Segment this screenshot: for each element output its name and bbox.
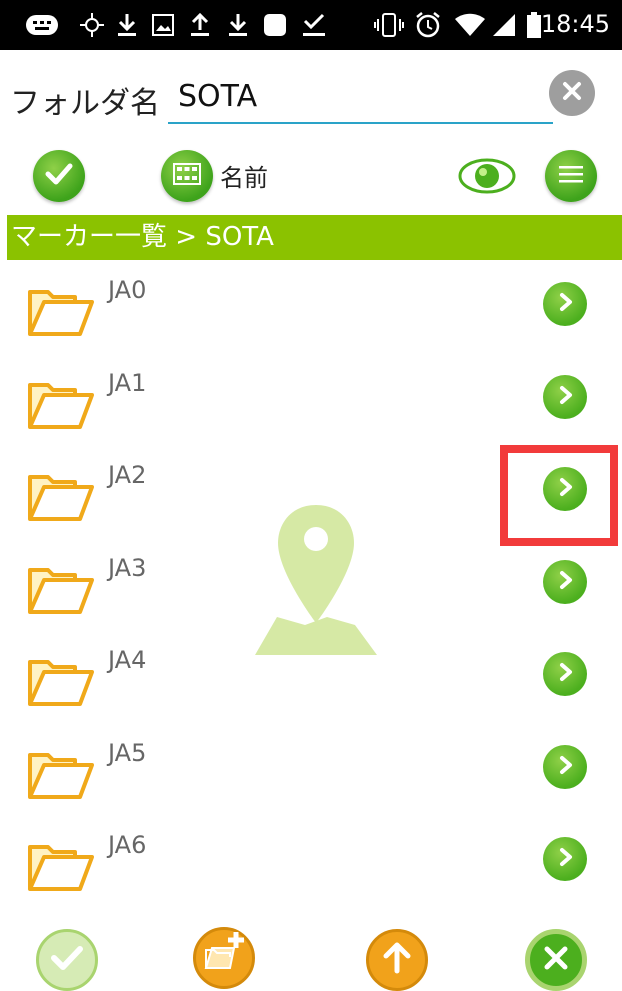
clear-button[interactable]: [549, 70, 595, 116]
folder-row[interactable]: JA5: [0, 723, 622, 815]
chevron-right-icon: [555, 846, 575, 872]
check-icon: [45, 163, 73, 189]
folder-icon: [26, 652, 96, 708]
new-folder-button[interactable]: [193, 927, 255, 989]
status-bar: 18:45: [0, 0, 622, 50]
go-up-button[interactable]: [366, 929, 428, 991]
chevron-right-icon: [555, 569, 575, 595]
wifi-icon: [454, 12, 486, 38]
image-icon: [151, 12, 175, 38]
folder-name: JA2: [108, 461, 147, 489]
toolbar: [0, 140, 622, 214]
open-folder-button[interactable]: [543, 837, 587, 881]
highlight-box: [500, 445, 618, 546]
grid-icon: [173, 163, 201, 189]
crosshair-icon: [78, 12, 106, 38]
folder-row[interactable]: JA4: [0, 630, 622, 722]
folder-row[interactable]: JA0: [0, 260, 622, 352]
folder-icon: [26, 282, 96, 338]
folder-name: JA5: [108, 738, 147, 767]
download-icon: [115, 12, 139, 38]
chevron-right-icon: [555, 384, 575, 410]
clock-time: 18:45: [540, 10, 610, 38]
folder-name: JA6: [108, 831, 147, 859]
sort-button[interactable]: [161, 150, 213, 202]
folder-row[interactable]: JA3: [0, 538, 622, 630]
signal-icon: [492, 12, 516, 38]
folder-icon: [26, 837, 96, 893]
sort-label[interactable]: 名前: [220, 158, 268, 193]
menu-icon: [558, 164, 584, 188]
eye-icon[interactable]: [458, 156, 516, 196]
keyboard-icon: [22, 12, 62, 38]
folder-name: JA0: [108, 276, 147, 304]
select-all-button[interactable]: [33, 150, 85, 202]
chevron-right-icon: [555, 291, 575, 317]
ok-button[interactable]: [36, 929, 98, 991]
menu-button[interactable]: [545, 150, 597, 202]
open-folder-button[interactable]: [543, 559, 587, 604]
chevron-right-icon: [555, 754, 575, 780]
alarm-icon: [414, 12, 442, 38]
folder-row[interactable]: JA1: [0, 353, 622, 445]
open-folder-button[interactable]: [543, 744, 587, 789]
folder-name-label: フォルダ名: [10, 86, 160, 121]
breadcrumb: マーカー一覧 > SOTA: [7, 215, 622, 260]
folder-icon: [26, 745, 96, 801]
folder-name: JA3: [108, 553, 147, 582]
check-icon: [50, 945, 84, 975]
download-icon: [226, 12, 250, 38]
open-folder-button[interactable]: [543, 652, 587, 696]
folder-name: JA4: [108, 646, 147, 674]
chevron-right-icon: [555, 661, 575, 687]
up-arrow-icon: [382, 941, 412, 979]
upload-icon: [188, 12, 212, 38]
folder-name-input[interactable]: [168, 70, 553, 124]
vibrate-icon: [374, 12, 404, 38]
close-icon: [561, 80, 583, 106]
folder-icon: [26, 375, 96, 431]
square-icon: [262, 12, 288, 38]
folder-icon: [26, 560, 96, 616]
folder-row[interactable]: JA6: [0, 815, 622, 907]
checkbox-download-icon: [301, 12, 327, 38]
new-folder-icon: [196, 928, 252, 988]
cancel-icon: [543, 945, 569, 975]
folder-icon: [26, 467, 96, 523]
folder-name: JA1: [108, 368, 147, 397]
cancel-button[interactable]: [525, 929, 587, 991]
open-folder-button[interactable]: [543, 374, 587, 419]
battery-icon: [526, 12, 542, 38]
open-folder-button[interactable]: [543, 282, 587, 326]
